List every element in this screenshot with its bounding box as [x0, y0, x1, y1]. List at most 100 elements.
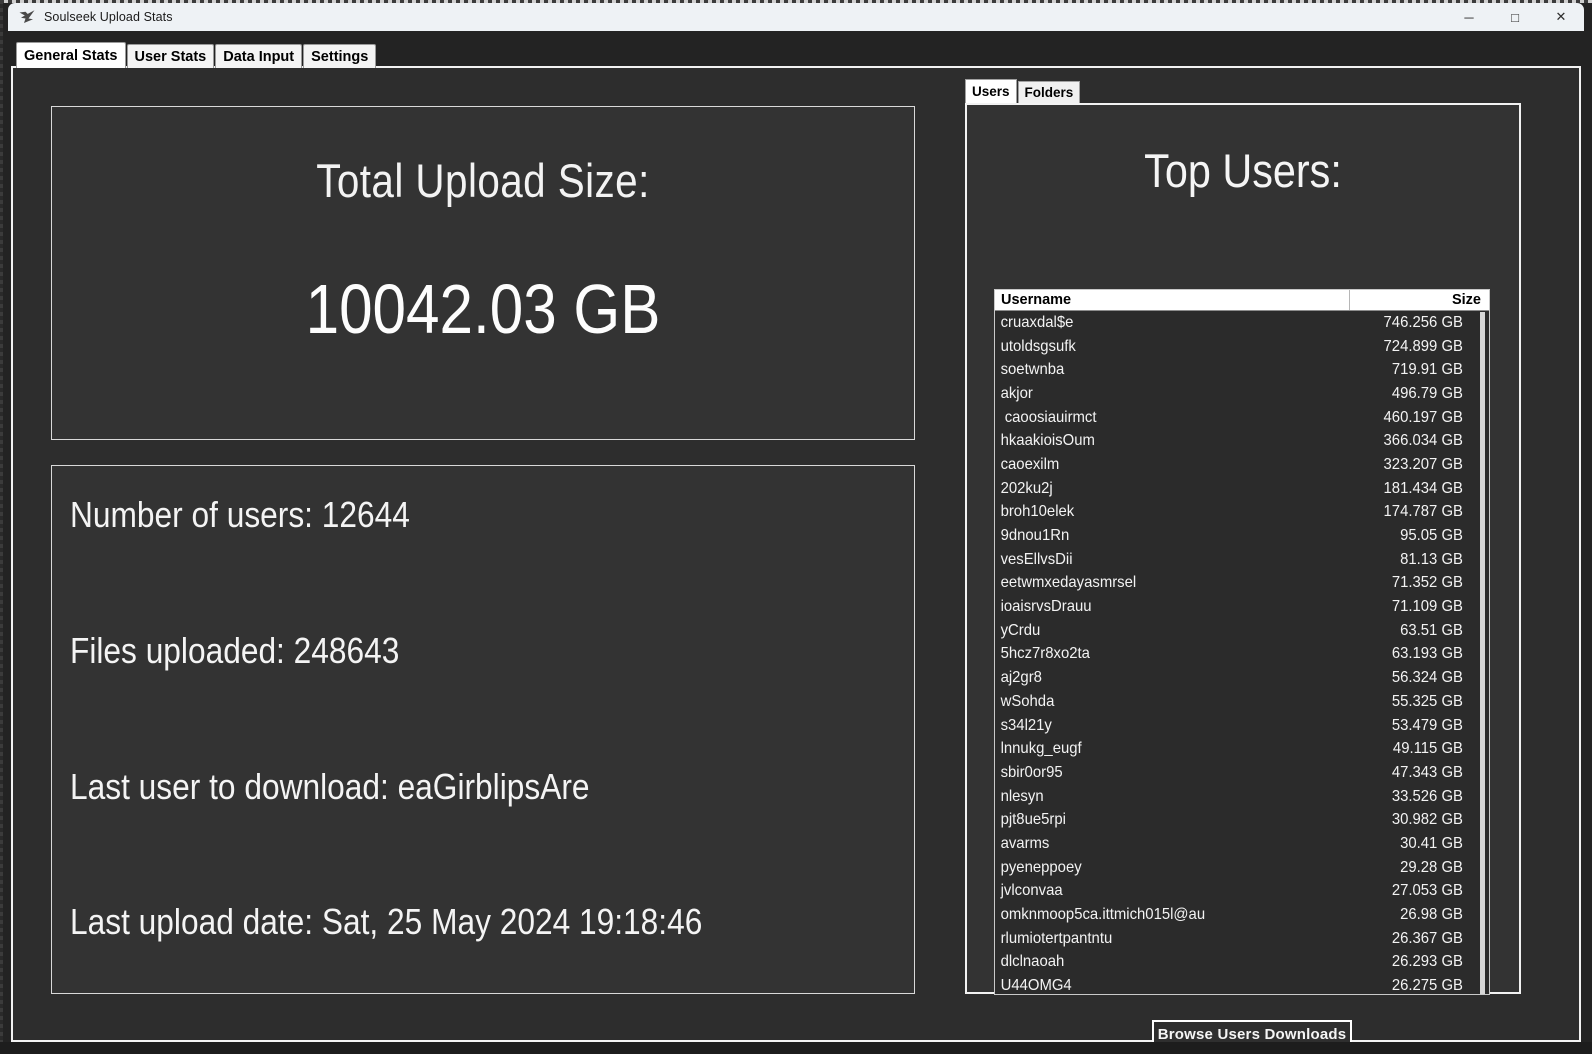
stat-files-uploaded: Files uploaded: 248643: [70, 630, 400, 671]
stat-last-user-to-download: Last user to download: eaGirblipsAre: [70, 766, 590, 807]
close-button[interactable]: ✕: [1538, 3, 1584, 31]
table-row[interactable]: 9dnou1Rn 95.05 GB: [995, 524, 1489, 548]
top-users-listview[interactable]: Username Size cruaxdal$e 746.256 GB utolds…: [994, 289, 1490, 995]
tab-data-input[interactable]: Data Input: [215, 44, 303, 68]
cell-size: 746.256 GB: [1383, 313, 1463, 331]
application-window: Soulseek Upload Stats ─ □ ✕ General Stat…: [0, 0, 1592, 1054]
cell-size: 26.367 GB: [1391, 929, 1463, 947]
cell-username: caoosiauirmct: [1000, 408, 1097, 426]
cell-size: 55.325 GB: [1391, 692, 1463, 710]
stat-last-upload-date: Last upload date: Sat, 25 May 2024 19:18…: [70, 901, 703, 942]
table-row[interactable]: ioaisrvsDrauu 71.109 GB: [995, 595, 1489, 619]
table-row[interactable]: soetwnba 719.91 GB: [995, 358, 1489, 382]
cell-size: 30.982 GB: [1391, 811, 1463, 829]
main-tab-strip: General Stats User Stats Data Input Sett…: [16, 42, 377, 68]
cell-username: 5hcz7r8xo2ta: [1000, 645, 1090, 663]
cell-size: 174.787 GB: [1383, 503, 1463, 521]
total-upload-size-value: 10042.03 GB: [305, 270, 661, 348]
tab-users[interactable]: Users: [965, 79, 1017, 103]
cell-size: 724.899 GB: [1383, 337, 1463, 355]
maximize-icon: □: [1511, 9, 1519, 25]
cell-size: 33.526 GB: [1391, 787, 1463, 805]
table-row[interactable]: hkaakioisOum 366.034 GB: [995, 429, 1489, 453]
cell-username: rlumiotertpantntu: [1000, 929, 1113, 947]
table-row[interactable]: U44OMG4 26.275 GB: [995, 974, 1489, 994]
table-row[interactable]: omknmoop5ca.ittmich015l@au 26.98 GB: [995, 903, 1489, 927]
cell-size: 56.324 GB: [1391, 669, 1463, 687]
cell-username: ioaisrvsDrauu: [1000, 598, 1092, 616]
cell-username: yCrdu: [1000, 621, 1041, 639]
cell-username: caoexilm: [1000, 455, 1060, 473]
cell-username: soetwnba: [1000, 361, 1065, 379]
tab-settings[interactable]: Settings: [303, 44, 377, 68]
cell-username: dlclnaoah: [1000, 953, 1065, 971]
table-row[interactable]: jvlconvaa 27.053 GB: [995, 880, 1489, 904]
cell-size: 366.034 GB: [1383, 432, 1463, 450]
tab-label: General Stats: [24, 47, 118, 64]
cell-size: 81.13 GB: [1400, 550, 1463, 568]
cell-username: vesEllvsDii: [1000, 550, 1073, 568]
cell-username: broh10elek: [1000, 503, 1075, 521]
cell-username: sbir0or95: [1000, 763, 1063, 781]
window-left-edge: [0, 0, 3, 1054]
table-row[interactable]: wSohda 55.325 GB: [995, 690, 1489, 714]
table-row[interactable]: yCrdu 63.51 GB: [995, 619, 1489, 643]
cell-username: s34l21y: [1000, 716, 1052, 734]
table-row[interactable]: akjor 496.79 GB: [995, 382, 1489, 406]
table-row[interactable]: pyeneppoey 29.28 GB: [995, 856, 1489, 880]
listview-scrollbar[interactable]: [1478, 312, 1487, 994]
cell-username: wSohda: [1000, 692, 1055, 710]
desktop-strip: [0, 1042, 1592, 1054]
cell-size: 26.98 GB: [1400, 906, 1463, 924]
tab-folders[interactable]: Folders: [1017, 81, 1081, 103]
table-row[interactable]: eetwmxedayasmrsel 71.352 GB: [995, 572, 1489, 596]
table-row[interactable]: broh10elek 174.787 GB: [995, 501, 1489, 525]
top-users-panel: Top Users: Username Size cruaxdal$e 746.2…: [965, 103, 1521, 1048]
minimize-button[interactable]: ─: [1446, 3, 1492, 31]
cell-username: jvlconvaa: [1000, 882, 1063, 900]
cell-size: 26.293 GB: [1391, 953, 1463, 971]
title-bar[interactable]: Soulseek Upload Stats ─ □ ✕: [8, 3, 1584, 31]
tab-label: Folders: [1024, 85, 1074, 100]
cell-size: 71.352 GB: [1391, 574, 1463, 592]
top-users-title: Top Users:: [1144, 144, 1342, 197]
table-row[interactable]: lnnukg_eugf 49.115 GB: [995, 737, 1489, 761]
table-row[interactable]: sbir0or95 47.343 GB: [995, 761, 1489, 785]
table-row[interactable]: 202ku2j 181.434 GB: [995, 477, 1489, 501]
cell-size: 71.109 GB: [1391, 598, 1463, 616]
table-row[interactable]: aj2gr8 56.324 GB: [995, 666, 1489, 690]
table-row[interactable]: caoosiauirmct 460.197 GB: [995, 406, 1489, 430]
maximize-button[interactable]: □: [1492, 3, 1538, 31]
cell-size: 496.79 GB: [1391, 384, 1463, 402]
table-row[interactable]: dlclnaoah 26.293 GB: [995, 951, 1489, 975]
table-row[interactable]: rlumiotertpantntu 26.367 GB: [995, 927, 1489, 951]
table-row[interactable]: 5hcz7r8xo2ta 63.193 GB: [995, 643, 1489, 667]
tab-label: Settings: [311, 48, 369, 65]
cell-size: 95.05 GB: [1400, 527, 1463, 545]
table-row[interactable]: pjt8ue5rpi 30.982 GB: [995, 808, 1489, 832]
table-row[interactable]: nlesyn 33.526 GB: [995, 785, 1489, 809]
listview-header: Username Size: [995, 290, 1489, 311]
minimize-icon: ─: [1464, 9, 1474, 25]
cell-username: nlesyn: [1000, 787, 1044, 805]
cell-size: 30.41 GB: [1400, 834, 1463, 852]
table-row[interactable]: caoexilm 323.207 GB: [995, 453, 1489, 477]
cell-size: 63.51 GB: [1400, 621, 1463, 639]
column-header-username[interactable]: Username: [995, 290, 1350, 310]
cell-username: cruaxdal$e: [1000, 313, 1074, 331]
tab-label: Data Input: [223, 48, 295, 65]
cell-size: 49.115 GB: [1392, 740, 1463, 758]
table-row[interactable]: utoldsgsufk 724.899 GB: [995, 335, 1489, 359]
cell-username: eetwmxedayasmrsel: [1000, 574, 1137, 592]
listview-scrollbar-thumb[interactable]: [1480, 312, 1485, 994]
tab-user-stats[interactable]: User Stats: [126, 44, 215, 68]
table-row[interactable]: vesEllvsDii 81.13 GB: [995, 548, 1489, 572]
tab-general-stats[interactable]: General Stats: [16, 42, 126, 68]
cell-username: utoldsgsufk: [1000, 337, 1076, 355]
cell-username: hkaakioisOum: [1000, 432, 1095, 450]
table-row[interactable]: avarms 30.41 GB: [995, 832, 1489, 856]
cell-size: 181.434 GB: [1383, 479, 1463, 497]
table-row[interactable]: s34l21y 53.479 GB: [995, 714, 1489, 738]
column-header-size[interactable]: Size: [1350, 290, 1489, 310]
table-row[interactable]: cruaxdal$e 746.256 GB: [995, 311, 1489, 335]
